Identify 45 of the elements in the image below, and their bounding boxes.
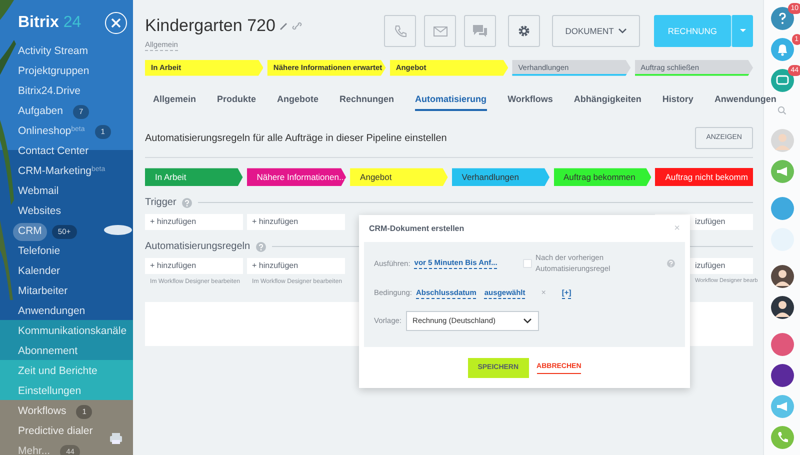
stage-header: Auftrag nicht bekomm: [655, 168, 753, 186]
sidebar-item[interactable]: Kalender: [13, 263, 66, 281]
tab[interactable]: History: [662, 92, 694, 112]
stage-header: In Arbeit: [145, 168, 243, 186]
tab[interactable]: Abhängigkeiten: [574, 92, 642, 112]
tab[interactable]: Allgemein: [153, 92, 196, 112]
tab[interactable]: Automatisierung: [415, 92, 487, 112]
document-button[interactable]: DOKUMENT: [552, 15, 640, 47]
sidebar-item[interactable]: Mitarbeiter: [13, 283, 73, 301]
tab[interactable]: Angebote: [277, 92, 319, 112]
sidebar-item[interactable]: Telefonie: [13, 243, 66, 261]
sidebar-item[interactable]: Abonnement: [13, 343, 83, 361]
sidebar-item[interactable]: Anwendungen: [13, 303, 90, 321]
add-button[interactable]: + hinzufügen: [145, 214, 243, 230]
stage-header: Nähere Informationen...: [246, 168, 346, 186]
sidebar-item[interactable]: Websites: [13, 203, 66, 221]
sidebar-item[interactable]: Kommunikationskanäle: [13, 323, 132, 341]
stage-header: Auftrag bekommen: [554, 168, 652, 186]
sidebar-item[interactable]: Predictive dialer: [13, 423, 98, 441]
stage-header: Angebot: [350, 168, 448, 186]
add-button[interactable]: + hinzufügen: [247, 258, 345, 274]
tab[interactable]: Anwendungen: [714, 92, 776, 112]
tab[interactable]: Rechnungen: [340, 92, 394, 112]
add-button[interactable]: + hinzufügen: [145, 258, 243, 274]
sidebar-item[interactable]: Aufgaben: [13, 103, 68, 121]
more-link[interactable]: Mehr...: [13, 443, 56, 455]
sidebar-item[interactable]: Bitrix24.Drive: [13, 83, 86, 101]
sidebar-item[interactable]: Onlineshop$^{beta}$: [13, 123, 90, 141]
deal-title: Kindergarten 720: [145, 15, 276, 37]
tab[interactable]: Produkte: [217, 92, 256, 112]
stage-header: Verhandlungen: [452, 168, 550, 186]
dialog-title: CRM-Dokument erstellen: [369, 222, 464, 234]
sidebar-item[interactable]: CRM: [13, 223, 47, 241]
sidebar-item[interactable]: Contact Center: [13, 143, 94, 161]
sidebar-item[interactable]: Activity Stream: [13, 43, 94, 61]
sidebar-item[interactable]: Workflows: [13, 403, 72, 421]
section-title: Trigger: [145, 196, 176, 210]
section-title: Automatisierungsregeln: [145, 240, 250, 254]
sidebar-item[interactable]: Projektgruppen: [13, 63, 94, 81]
sidebar-item[interactable]: CRM-Marketing$^{beta}$: [13, 163, 110, 181]
logo: Bitrix 24: [18, 13, 82, 33]
sidebar-item[interactable]: Webmail: [13, 183, 64, 201]
add-button[interactable]: + hinzufügen: [247, 214, 345, 230]
pipeline-heading: Automatisierungsregeln für alle Aufträge in dieser Pipeline einstellen: [145, 132, 447, 146]
tab[interactable]: Workflows: [508, 92, 553, 112]
